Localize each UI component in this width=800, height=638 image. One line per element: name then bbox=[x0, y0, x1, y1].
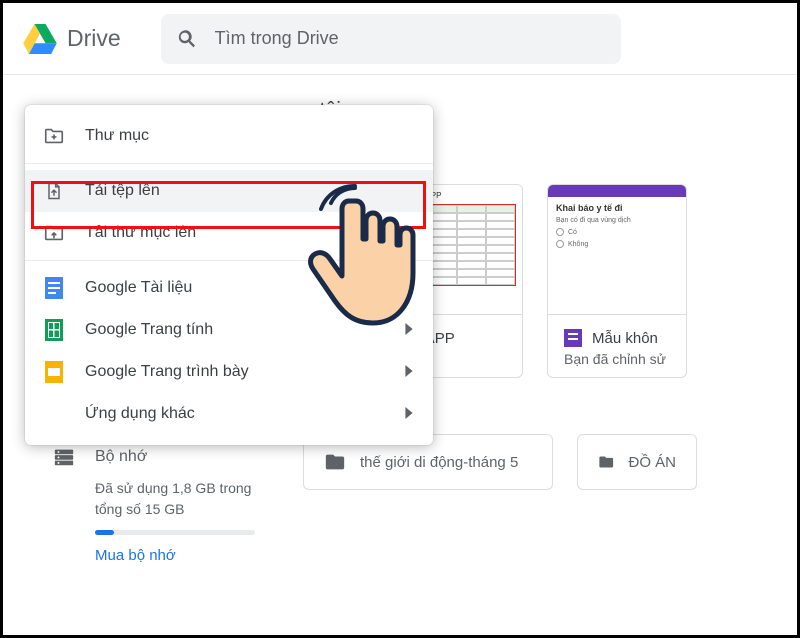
app-header: Drive Tìm trong Drive bbox=[3, 3, 797, 75]
folder-name: thế giới di động-tháng 5 bbox=[360, 454, 518, 471]
sheets-icon bbox=[43, 319, 65, 341]
quick-card[interactable]: Khai báo y tế đi Bạn có đi qua vùng dịch… bbox=[547, 184, 687, 378]
menu-label: Google Trang tính bbox=[85, 321, 213, 339]
menu-label: Google Tài liệu bbox=[85, 279, 192, 297]
menu-item-new-folder[interactable]: Thư mục bbox=[25, 115, 433, 157]
search-placeholder: Tìm trong Drive bbox=[215, 28, 339, 49]
blank-icon bbox=[43, 403, 65, 425]
chevron-right-icon bbox=[403, 322, 415, 338]
folder-icon bbox=[598, 451, 614, 473]
new-menu: Thư mục Tải tệp lên Tải thư mục lên Goog… bbox=[25, 105, 433, 445]
search-box[interactable]: Tìm trong Drive bbox=[161, 14, 621, 64]
drive-logo-icon bbox=[23, 24, 57, 54]
folder-icon bbox=[324, 451, 346, 473]
chevron-right-icon bbox=[403, 280, 415, 296]
menu-item-google-slides[interactable]: Google Trang trình bày bbox=[25, 351, 433, 393]
menu-item-file-upload[interactable]: Tải tệp lên bbox=[25, 170, 433, 212]
storage-usage-bar bbox=[95, 530, 255, 535]
storage-icon bbox=[53, 446, 75, 468]
menu-label: Tải thư mục lên bbox=[85, 224, 196, 242]
storage-label: Bộ nhớ bbox=[95, 448, 147, 466]
file-upload-icon bbox=[43, 180, 65, 202]
chevron-right-icon bbox=[403, 364, 415, 380]
menu-item-more-apps[interactable]: Ứng dụng khác bbox=[25, 393, 433, 435]
search-icon bbox=[177, 28, 199, 50]
card-thumbnail: Khai báo y tế đi Bạn có đi qua vùng dịch… bbox=[548, 185, 686, 315]
storage-usage-fill bbox=[95, 530, 114, 535]
docs-icon bbox=[43, 277, 65, 299]
forms-icon bbox=[564, 329, 582, 347]
buy-storage-link[interactable]: Mua bộ nhớ bbox=[53, 547, 267, 564]
storage-usage-text: Đã sử dụng 1,8 GB trong tổng số 15 GB bbox=[53, 478, 267, 520]
folder-upload-icon bbox=[43, 222, 65, 244]
chevron-right-icon bbox=[403, 406, 415, 422]
menu-item-google-docs[interactable]: Google Tài liệu bbox=[25, 267, 433, 309]
brand[interactable]: Drive bbox=[23, 24, 121, 54]
menu-item-folder-upload[interactable]: Tải thư mục lên bbox=[25, 212, 433, 254]
menu-label: Thư mục bbox=[85, 127, 149, 145]
menu-label: Ứng dụng khác bbox=[85, 405, 195, 423]
folder-item[interactable]: ĐỒ ÁN bbox=[577, 434, 697, 490]
sidebar-item-storage[interactable]: Bộ nhớ bbox=[53, 446, 267, 468]
menu-label: Google Trang trình bày bbox=[85, 363, 249, 381]
menu-item-google-sheets[interactable]: Google Trang tính bbox=[25, 309, 433, 351]
brand-name: Drive bbox=[67, 25, 121, 52]
menu-label: Tải tệp lên bbox=[85, 182, 160, 200]
folder-name: ĐỒ ÁN bbox=[628, 454, 676, 471]
slides-icon bbox=[43, 361, 65, 383]
card-subtitle: Bạn đã chỉnh sử bbox=[564, 351, 670, 367]
card-title: Mẫu khôn bbox=[592, 330, 658, 347]
new-folder-icon bbox=[43, 125, 65, 147]
